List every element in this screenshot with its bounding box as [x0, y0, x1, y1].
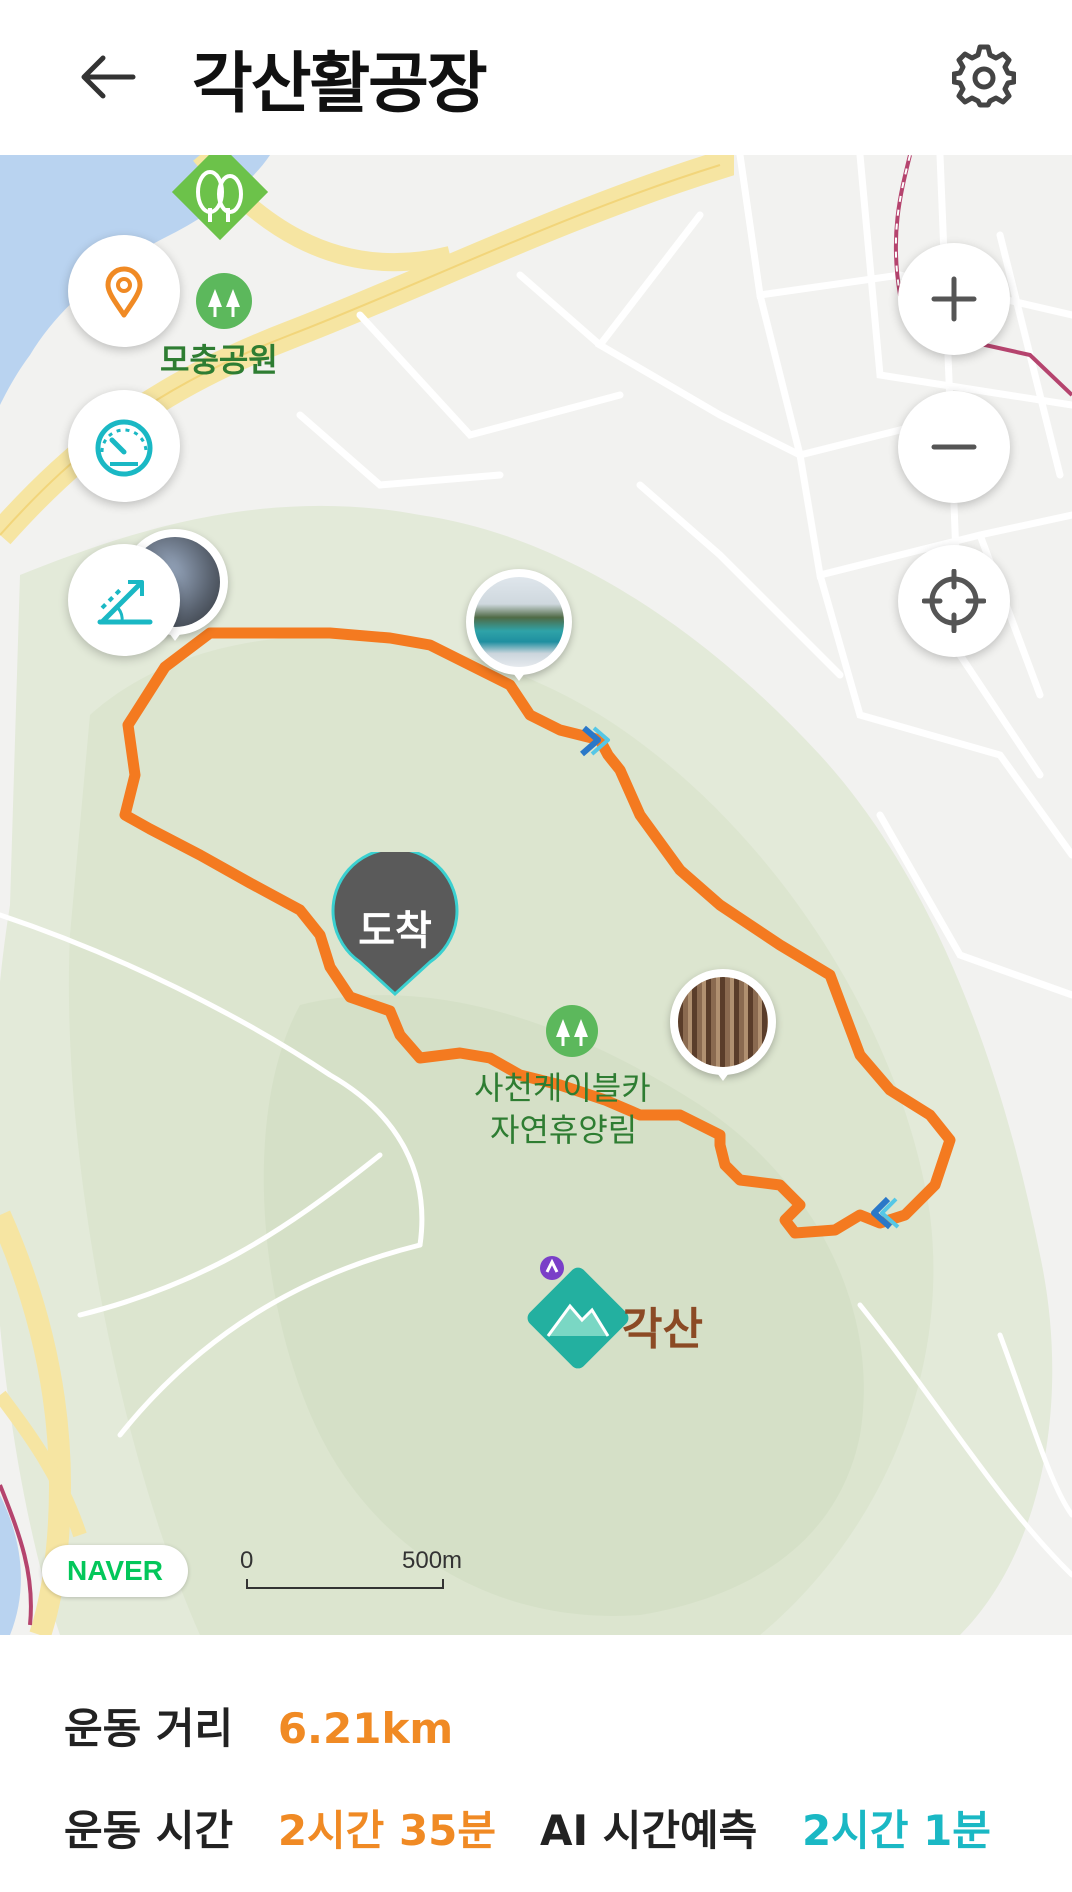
zoom-out-button[interactable]	[898, 391, 1010, 503]
time-label: 운동 시간	[64, 1806, 234, 1855]
photo-thumbnail	[678, 977, 768, 1067]
forest-label-line1: 사천케이블카	[474, 1069, 651, 1107]
photo-thumbnail	[474, 577, 564, 667]
app-header: 각산활공장	[0, 0, 1072, 155]
distance-value: 6.21km	[277, 1704, 454, 1753]
photo-pin-2[interactable]	[466, 569, 572, 681]
zoom-out-icon	[931, 444, 977, 450]
ai-estimate-label: AI 시간예측	[540, 1806, 758, 1855]
forest-label-line2: 자연휴양림	[490, 1111, 638, 1149]
crosshair-icon	[922, 569, 986, 633]
mountain-label: 각산	[622, 1304, 703, 1355]
scale-bar: 0 500m	[240, 1547, 462, 1589]
speed-button[interactable]	[68, 390, 180, 502]
time-value: 2시간 35분	[277, 1806, 497, 1855]
ai-estimate-row: AI 시간예측 2시간 1분	[540, 1797, 991, 1858]
page-title: 각산활공장	[192, 45, 488, 122]
forest-icon	[546, 1005, 598, 1057]
distance-label: 운동 거리	[64, 1704, 234, 1753]
gear-icon	[952, 44, 1016, 108]
ai-estimate-value: 2시간 1분	[801, 1806, 991, 1855]
zoom-in-icon	[931, 276, 977, 322]
distance-row: 운동 거리 6.21km	[64, 1695, 453, 1756]
map-view[interactable]: 모충공원 사천케이블카 자연휴양림 각산 도착 NAVER 0 500m	[0, 155, 1072, 1635]
location-pin-icon	[105, 266, 143, 318]
back-button[interactable]	[72, 42, 142, 112]
scale-start: 0	[240, 1547, 254, 1574]
scale-end: 500m	[402, 1547, 463, 1574]
photo-pin-3[interactable]	[670, 969, 776, 1081]
park-label: 모충공원	[160, 341, 278, 379]
time-row: 운동 시간 2시간 35분	[64, 1797, 496, 1858]
elevation-slope-icon	[97, 580, 153, 625]
arrival-pin[interactable]: 도착	[330, 847, 460, 1002]
park-icon	[196, 273, 252, 329]
stats-panel: 운동 거리 6.21km 운동 시간 2시간 35분 AI 시간예측 2시간 1…	[0, 1635, 1072, 1892]
location-button[interactable]	[68, 235, 180, 347]
settings-button[interactable]	[948, 40, 1020, 112]
zoom-in-button[interactable]	[898, 243, 1010, 355]
elevation-button[interactable]	[68, 544, 180, 656]
back-arrow-icon	[81, 55, 136, 99]
arrival-label: 도착	[358, 908, 432, 954]
naver-logo: NAVER	[42, 1545, 188, 1597]
current-location-button[interactable]	[898, 545, 1010, 657]
speedometer-icon	[95, 419, 153, 477]
